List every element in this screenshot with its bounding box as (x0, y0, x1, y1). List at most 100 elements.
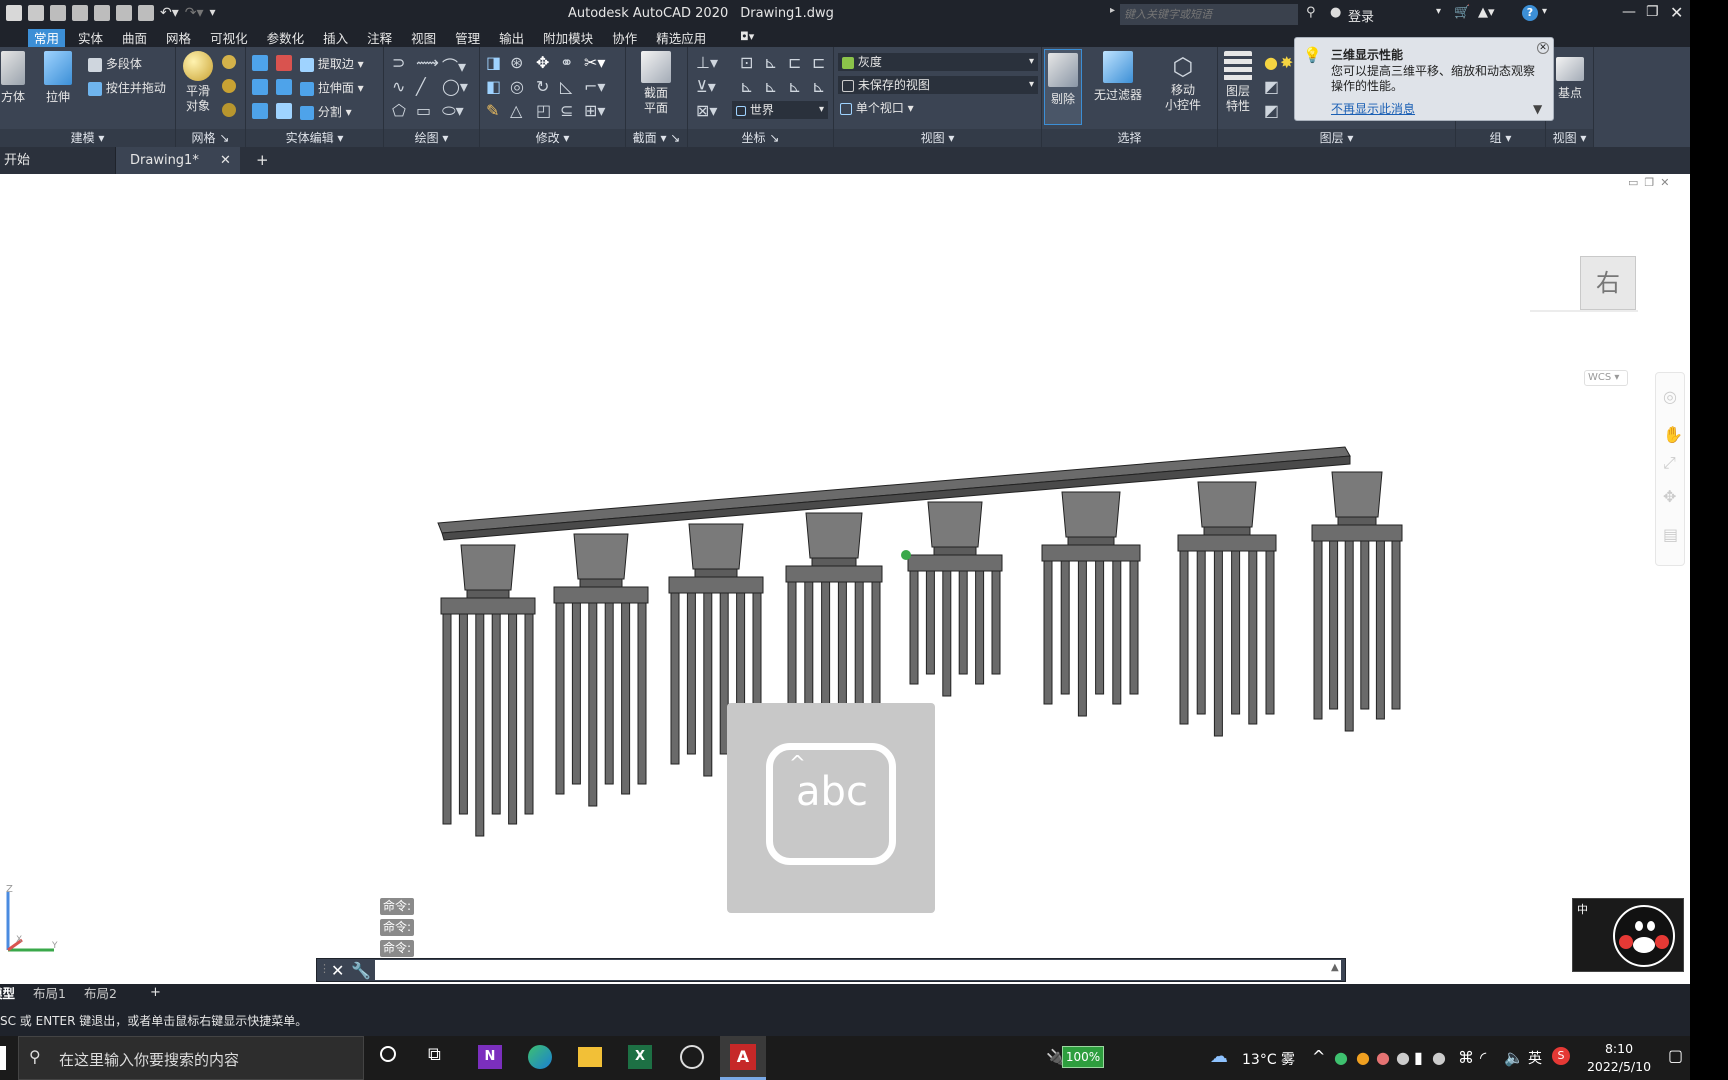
construction-line-icon[interactable]: ╱ (416, 77, 426, 96)
autocad-taskbar-button[interactable]: A (720, 1036, 766, 1080)
mesh-refine-icon[interactable] (222, 103, 236, 117)
command-close-icon[interactable]: ✕ (331, 961, 344, 980)
weather-icon[interactable]: ☁ (1210, 1046, 1228, 1067)
balloon-close-icon[interactable]: ✕ (1537, 42, 1549, 54)
ime-widget[interactable]: 中 (1572, 898, 1684, 972)
ribbon-toggle-icon[interactable]: ◘▾ (740, 30, 754, 43)
export-icon[interactable] (116, 5, 132, 21)
tab-9[interactable]: 管理 (449, 29, 486, 48)
orbit-icon[interactable]: ✥ (1663, 487, 1676, 506)
tray-app3-icon[interactable]: ● (1396, 1048, 1410, 1067)
rectangle-icon[interactable]: ▭ (416, 101, 431, 120)
task-view-icon[interactable]: ⧉ (428, 1044, 441, 1065)
copy-icon[interactable]: ⚭ (560, 53, 573, 72)
ucs-origin-icon[interactable]: ⊡ (740, 53, 753, 72)
sun-icon[interactable]: ✸ (1280, 53, 1293, 72)
wechat-icon[interactable]: ● (1334, 1048, 1348, 1067)
command-input[interactable] (375, 960, 1341, 980)
wcs-menu[interactable]: WCS ▾ (1584, 370, 1628, 386)
slice-icon[interactable] (276, 79, 292, 95)
tab-1[interactable]: 实体 (72, 29, 109, 48)
steering-wheel-icon[interactable]: ◎ (1663, 387, 1677, 406)
tray-app-icon[interactable]: ● (1356, 1048, 1370, 1067)
stretch-icon[interactable]: ⊛ (510, 53, 523, 72)
redo-icon[interactable]: ↷▾ (185, 5, 204, 21)
ucs-face-icon[interactable]: ⊾ (812, 77, 825, 96)
command-grip-icon[interactable]: ⋮ (319, 962, 330, 975)
tab-6[interactable]: 插入 (317, 29, 354, 48)
panel-footer[interactable]: 坐标 ↘ (688, 129, 833, 147)
3d-rotate-icon[interactable]: △ (510, 101, 522, 120)
move-icon[interactable]: ✥ (536, 53, 549, 72)
layer-properties-button[interactable]: 图层 特性 (1220, 51, 1256, 114)
viewcube-ring[interactable] (1530, 310, 1638, 312)
undo-icon[interactable]: ↶▾ (160, 5, 179, 21)
help-icon[interactable]: ? (1522, 5, 1538, 21)
tab-11[interactable]: 附加模块 (537, 29, 599, 48)
cortana-icon[interactable] (380, 1046, 396, 1062)
close-window-icon[interactable]: ✕ (1670, 3, 1683, 22)
panel-footer[interactable]: 绘图 ▾ (384, 129, 479, 147)
edge-icon[interactable] (528, 1045, 552, 1069)
ucs-view-icon[interactable]: ⊏ (788, 53, 801, 72)
command-history-toggle-icon[interactable]: ▲ (1331, 962, 1339, 973)
layout-tab-2[interactable]: 布局2 (84, 984, 117, 1004)
mesh-smooth-more-icon[interactable] (222, 55, 236, 69)
mesh-smooth-less-icon[interactable] (222, 79, 236, 93)
excel-icon[interactable]: X (628, 1045, 652, 1069)
array-icon[interactable]: ◎ (510, 77, 524, 96)
zoom-extents-icon[interactable]: ⤢ (1663, 453, 1676, 473)
edit-icon[interactable]: ✎ (486, 101, 499, 120)
plot-icon[interactable] (138, 5, 154, 21)
minimize-window-icon[interactable]: — (1622, 4, 1636, 20)
sogou-icon[interactable]: S (1552, 1047, 1570, 1065)
tray-app2-icon[interactable]: ● (1376, 1048, 1390, 1067)
panel-footer[interactable]: 修改 ▾ (480, 129, 625, 147)
box-button[interactable]: 方体 (0, 51, 26, 105)
panel-footer[interactable]: 截面 ▾ ↘ (626, 129, 687, 147)
ucs-icon[interactable]: ⊥▾ (696, 53, 718, 72)
named-view-select[interactable]: 未保存的视图 ▾ (838, 76, 1038, 94)
tab-4[interactable]: 可视化 (204, 29, 254, 48)
panel-footer[interactable]: 图层 ▾ (1218, 129, 1455, 147)
clock[interactable]: 8:10 2022/5/10 (1584, 1040, 1654, 1076)
visual-style-select[interactable]: 灰度 ▾ (838, 53, 1038, 71)
layout-tab-0[interactable]: 模型 (0, 984, 15, 1004)
culling-button[interactable]: 剔除 (1044, 49, 1082, 125)
login-button[interactable]: 登录 (1348, 6, 1374, 25)
tab-5[interactable]: 参数化 (261, 29, 311, 48)
microphone-icon[interactable]: ▮ (1414, 1048, 1423, 1067)
panel-footer[interactable]: 组 ▾ (1456, 129, 1545, 147)
ellipse-icon[interactable]: ⬭▾ (442, 101, 464, 121)
close-tab-icon[interactable]: ✕ (220, 147, 231, 174)
thicken-icon[interactable] (276, 103, 292, 119)
viewport-config-button[interactable]: 单个视口 ▾ (840, 99, 914, 116)
open-file-icon[interactable] (28, 5, 44, 21)
move-gizmo-button[interactable]: ⬡ 移动 小控件 (1156, 51, 1210, 113)
align-icon[interactable]: ◺ (560, 77, 572, 96)
separate-button[interactable]: 分割 ▾ (300, 103, 352, 120)
scale-icon[interactable]: ◰ (536, 101, 551, 120)
save-as-icon[interactable] (72, 5, 88, 21)
lightbulb-icon[interactable]: ● (1264, 53, 1278, 72)
line-icon[interactable]: ⊃ (392, 53, 405, 72)
autodesk-app-icon[interactable]: ▲▾ (1478, 5, 1495, 20)
polyline-icon[interactable]: ⟿ (416, 53, 439, 72)
ucs-world-select[interactable]: 世界 ▾ (732, 101, 828, 119)
panel-footer[interactable]: 建模 ▾ (0, 129, 175, 147)
balloon-dismiss-link[interactable]: 不再显示此消息 (1331, 100, 1415, 117)
search-input[interactable] (1120, 4, 1298, 25)
chamfer-icon[interactable]: ⌐▾ (584, 77, 605, 96)
spline-icon[interactable]: ∿ (392, 77, 405, 96)
search-expand-icon[interactable]: ▸ (1110, 5, 1115, 16)
publish-icon[interactable] (94, 5, 110, 21)
input-language[interactable]: 英 (1528, 1048, 1542, 1068)
layer-match-icon[interactable]: ◩ (1264, 101, 1279, 120)
ucs-object-icon[interactable]: ⊏ (812, 53, 825, 72)
ucs-3point-icon[interactable]: ⊻▾ (696, 77, 716, 96)
ucs-x-icon[interactable]: ⊾ (740, 77, 753, 96)
mirror-icon[interactable]: ◨ (486, 53, 501, 72)
tab-start[interactable]: 开始 (0, 147, 116, 174)
new-file-icon[interactable] (6, 5, 22, 21)
subtract-icon[interactable] (252, 79, 268, 95)
